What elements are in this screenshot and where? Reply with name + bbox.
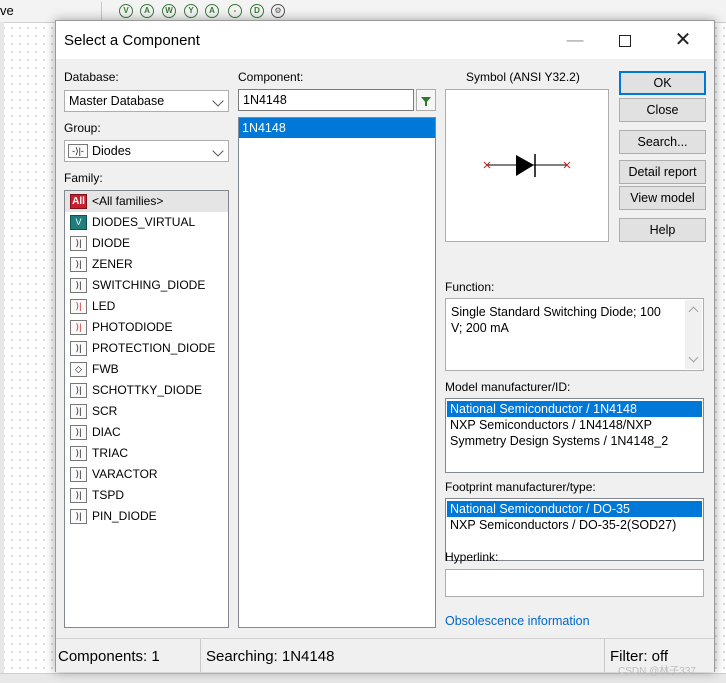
family-item-diac[interactable]: ⟩| DIAC [65, 422, 228, 443]
family-label: Family: [64, 171, 103, 185]
diode-icon: ⟩| [70, 236, 87, 251]
family-list[interactable]: All <All families> V DIODES_VIRTUAL ⟩| DIOD… [64, 190, 229, 628]
search-button[interactable]: Search... [619, 130, 706, 154]
toolbar-separator [101, 2, 102, 20]
protection-diode-icon: ⟩| [70, 341, 87, 356]
symbol-preview [445, 89, 609, 242]
family-item-photodiode[interactable]: ⟩| PHOTODIODE [65, 317, 228, 338]
chevron-down-icon [212, 95, 224, 107]
family-item-diodes-virtual[interactable]: V DIODES_VIRTUAL [65, 212, 228, 233]
zener-icon: ⟩| [70, 257, 87, 272]
component-label: Component: [238, 70, 304, 84]
help-button[interactable]: Help [619, 218, 706, 242]
obsolescence-information-link[interactable]: Obsolescence information [445, 614, 590, 628]
family-item-pin-diode[interactable]: ⟩| PIN_DIODE [65, 506, 228, 527]
minimize-button[interactable]: — [552, 21, 598, 59]
components-count: Components: 1 [58, 648, 160, 665]
diode-symbol-icon [483, 154, 571, 177]
family-item-varactor[interactable]: ⟩| VARACTOR [65, 464, 228, 485]
tspd-icon: ⟩| [70, 488, 87, 503]
view-model-button[interactable]: View model [619, 186, 706, 210]
function-text[interactable]: Single Standard Switching Diode; 100 V; … [445, 298, 704, 371]
detail-report-button[interactable]: Detail report [619, 160, 706, 184]
status-bar: Components: 1 Searching: 1N4148 Filter: … [56, 638, 714, 672]
diode-group-icon: -⟩|- [68, 144, 88, 158]
all-families-icon: All [70, 194, 87, 209]
model-manufacturer-list[interactable]: National Semiconductor / 1N4148 NXP Semi… [445, 398, 704, 473]
status-separator [604, 639, 605, 672]
family-item-diode[interactable]: ⟩| DIODE [65, 233, 228, 254]
differential-probe-icon[interactable]: Y [184, 4, 198, 18]
model-item-nxp[interactable]: NXP Semiconductors / 1N4148/NXP [447, 417, 702, 433]
family-item-fwb[interactable]: ◇ FWB [65, 359, 228, 380]
status-separator [200, 639, 201, 672]
searching-status: Searching: 1N4148 [206, 648, 335, 665]
maximize-icon [619, 34, 631, 47]
voltmeter-probe-icon[interactable]: V [119, 4, 133, 18]
varactor-icon: ⟩| [70, 467, 87, 482]
function-description: Single Standard Switching Diode; 100 V; … [451, 305, 661, 335]
app-tab-stub[interactable]: ve [0, 3, 14, 18]
scroll-up-icon[interactable] [688, 306, 699, 317]
digital-probe-icon[interactable]: D [250, 4, 264, 18]
group-select[interactable]: -⟩|- Diodes [64, 140, 229, 162]
watermark: CSDN @林子337 [618, 666, 696, 677]
gear-icon[interactable]: ⚙ [271, 4, 285, 18]
scr-icon: ⟩| [70, 404, 87, 419]
reference-probe-icon[interactable]: - [228, 4, 242, 18]
hyperlink-field[interactable] [445, 569, 704, 597]
schottky-diode-icon: ⟩| [70, 383, 87, 398]
component-list[interactable]: 1N4148 [238, 117, 436, 628]
database-select[interactable]: Master Database [64, 90, 229, 112]
hyperlink-label: Hyperlink: [445, 550, 499, 564]
family-item-triac[interactable]: ⟩| TRIAC [65, 443, 228, 464]
component-row-1n4148[interactable]: 1N4148 [239, 118, 435, 138]
family-item-schottky-diode[interactable]: ⟩| SCHOTTKY_DIODE [65, 380, 228, 401]
family-item-switching-diode[interactable]: ⟩| SWITCHING_DIODE [65, 275, 228, 296]
footprint-item-national[interactable]: National Semiconductor / DO-35 [447, 501, 702, 517]
close-window-button[interactable]: ✕ [660, 21, 706, 59]
virtual-diode-icon: V [70, 215, 87, 230]
family-item-led[interactable]: ⟩| LED [65, 296, 228, 317]
ammeter-probe-icon[interactable]: A [140, 4, 154, 18]
led-icon: ⟩| [70, 299, 87, 314]
model-manufacturer-label: Model manufacturer/ID: [445, 380, 571, 394]
function-label: Function: [445, 280, 495, 294]
dialog-titlebar[interactable]: Select a Component — ✕ [56, 21, 714, 59]
close-button[interactable]: Close [619, 98, 706, 122]
maximize-button[interactable] [602, 21, 648, 59]
family-item-tspd[interactable]: ⟩| TSPD [65, 485, 228, 506]
filter-button[interactable] [416, 89, 436, 111]
current-probe-icon[interactable]: A [205, 4, 219, 18]
family-item-zener[interactable]: ⟩| ZENER [65, 254, 228, 275]
symbol-label: Symbol (ANSI Y32.2) [466, 70, 580, 84]
function-scrollbar[interactable] [685, 300, 702, 369]
family-item-scr[interactable]: ⟩| SCR [65, 401, 228, 422]
footprint-label: Footprint manufacturer/type: [445, 480, 596, 494]
component-search-input[interactable]: 1N4148 [238, 89, 414, 111]
dialog-title: Select a Component [64, 32, 200, 49]
photodiode-icon: ⟩| [70, 320, 87, 335]
scroll-down-icon[interactable] [688, 352, 699, 363]
pin-diode-icon: ⟩| [70, 509, 87, 524]
model-item-symmetry[interactable]: Symmetry Design Systems / 1N4148_2 [447, 433, 702, 449]
chevron-down-icon [212, 145, 224, 157]
app-left-strip [0, 22, 4, 682]
select-component-dialog: Select a Component — ✕ Database: Master … [55, 20, 715, 672]
bridge-rectifier-icon: ◇ [70, 362, 87, 377]
footprint-item-nxp[interactable]: NXP Semiconductors / DO-35-2(SOD27) [447, 517, 702, 533]
database-value: Master Database [69, 94, 165, 108]
model-item-national[interactable]: National Semiconductor / 1N4148 [447, 401, 702, 417]
switching-diode-icon: ⟩| [70, 278, 87, 293]
ok-button[interactable]: OK [619, 71, 706, 95]
diac-icon: ⟩| [70, 425, 87, 440]
database-label: Database: [64, 70, 119, 84]
family-item-all[interactable]: All <All families> [65, 191, 228, 212]
family-item-protection-diode[interactable]: ⟩| PROTECTION_DIODE [65, 338, 228, 359]
triac-icon: ⟩| [70, 446, 87, 461]
group-label: Group: [64, 121, 101, 135]
wattmeter-probe-icon[interactable]: W [162, 4, 176, 18]
group-value: Diodes [92, 144, 131, 158]
